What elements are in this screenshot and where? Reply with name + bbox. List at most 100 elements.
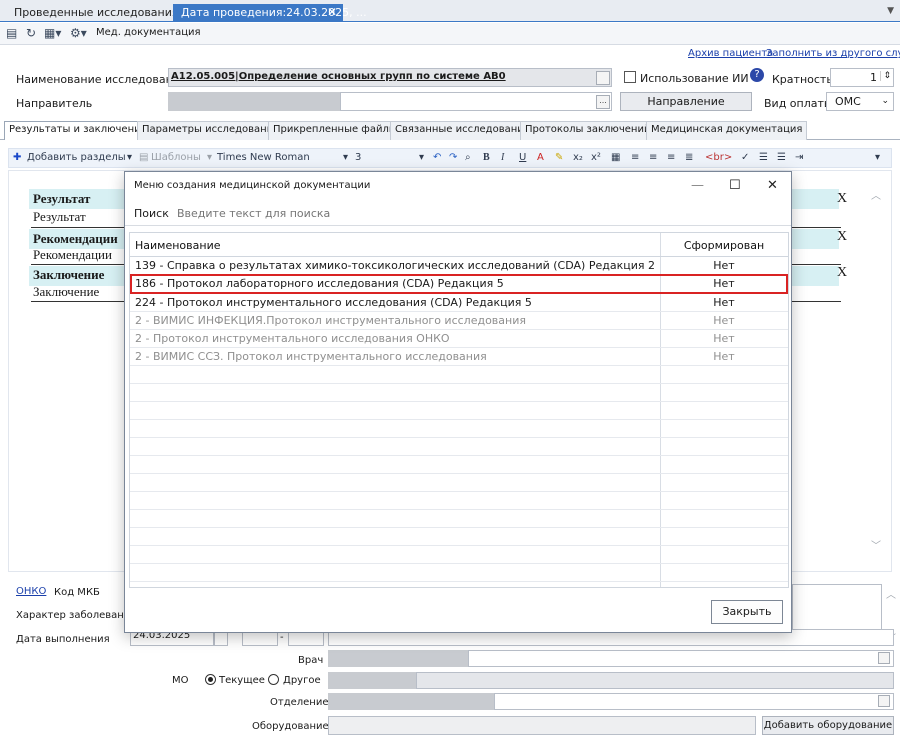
close-button[interactable]: Закрыть bbox=[711, 600, 783, 624]
font-family-select[interactable]: Times New Roman bbox=[217, 152, 310, 163]
conclusion-text[interactable]: Заключение bbox=[33, 284, 99, 300]
help-icon[interactable]: ? bbox=[750, 68, 764, 82]
table-row[interactable]: 2 - ВИМИС ССЗ. Протокол инструментальног… bbox=[130, 348, 788, 366]
ai-usage-checkbox[interactable] bbox=[624, 71, 636, 83]
tab-conducted-research[interactable]: Проведенные исследования bbox=[6, 4, 187, 22]
patient-archive-link[interactable]: Архив пациента bbox=[688, 48, 773, 59]
refresh-icon[interactable]: ↻ bbox=[26, 26, 36, 40]
add-sections-button[interactable]: Добавить разделы bbox=[27, 152, 126, 163]
department-label: Отделение bbox=[270, 697, 329, 708]
mo-other-radio[interactable] bbox=[268, 674, 279, 685]
row-name: 139 - Справка о результатах химико-токси… bbox=[135, 259, 655, 272]
department-field[interactable] bbox=[494, 693, 894, 710]
equipment-field[interactable] bbox=[328, 716, 756, 735]
referrer-select-button[interactable]: ... bbox=[596, 95, 610, 109]
table-row[interactable]: 224 - Протокол инструментального исследо… bbox=[130, 294, 788, 312]
italic-icon[interactable]: I bbox=[501, 152, 504, 163]
doctor-field[interactable] bbox=[468, 650, 894, 667]
tab-results-conclusion[interactable]: Результаты и заключение bbox=[4, 121, 152, 140]
remove-conclusion-icon[interactable]: X bbox=[837, 265, 847, 281]
onko-link[interactable]: ОНКО bbox=[16, 586, 46, 597]
undo-icon[interactable]: ↶ bbox=[433, 152, 441, 163]
table-row-selected[interactable]: 186 - Протокол лабораторного исследовани… bbox=[130, 274, 788, 294]
scroll-down-icon[interactable]: ﹀ bbox=[871, 537, 881, 552]
spellcheck-icon[interactable]: ✓ bbox=[741, 152, 749, 163]
doctor-select-button[interactable] bbox=[878, 652, 890, 664]
find-icon[interactable]: ⌕ bbox=[465, 152, 471, 163]
save-icon[interactable]: ▤ bbox=[6, 26, 17, 40]
align-left-icon[interactable]: ≡ bbox=[631, 152, 639, 163]
remove-recommendations-icon[interactable]: X bbox=[837, 229, 847, 245]
line-break-icon[interactable]: <br> bbox=[705, 152, 732, 163]
add-equipment-button[interactable]: Добавить оборудование bbox=[762, 716, 894, 735]
row-name: 2 - ВИМИС ССЗ. Протокол инструментальног… bbox=[135, 350, 487, 363]
search-input[interactable] bbox=[177, 204, 777, 222]
recommendations-text[interactable]: Рекомендации bbox=[33, 247, 112, 263]
disease-character-label: Характер заболевания bbox=[16, 610, 137, 621]
table-row[interactable]: 2 - ВИМИС ИНФЕКЦИЯ.Протокол инструментал… bbox=[130, 312, 788, 330]
column-header-status[interactable]: Сформирован bbox=[660, 239, 788, 252]
table-header-row: Наименование Сформирован bbox=[130, 235, 788, 257]
mo-current-radio[interactable] bbox=[205, 674, 216, 685]
tab-attached-files[interactable]: Прикрепленные файлы bbox=[268, 121, 402, 140]
bold-icon[interactable]: B bbox=[483, 152, 490, 163]
tab-conclusion-protocols[interactable]: Протоколы заключений bbox=[520, 121, 656, 140]
result-text[interactable]: Результат bbox=[33, 209, 86, 225]
tab-linked-research[interactable]: Связанные исследования bbox=[390, 121, 535, 140]
chevron-down-icon: ▾ bbox=[127, 152, 133, 163]
print-icon[interactable]: ▦▾ bbox=[44, 26, 61, 40]
mo-field bbox=[416, 672, 894, 689]
remove-result-icon[interactable]: X bbox=[837, 191, 847, 207]
table-row[interactable]: 139 - Справка о результатах химико-токси… bbox=[130, 257, 788, 275]
indent-icon[interactable]: ⇥ bbox=[795, 152, 803, 163]
stepper-arrows-icon[interactable]: ⇕ bbox=[880, 71, 891, 81]
tab-medical-documentation[interactable]: Медицинская документация bbox=[646, 121, 808, 140]
tab-research-params[interactable]: Параметры исследования bbox=[137, 121, 285, 140]
chevron-down-icon: ▾ bbox=[343, 152, 349, 163]
align-justify-icon[interactable]: ≣ bbox=[685, 152, 693, 163]
ai-usage-label: Использование ИИ bbox=[640, 72, 749, 85]
close-icon[interactable]: ✕ bbox=[767, 178, 778, 193]
underline-icon[interactable]: U bbox=[519, 152, 526, 163]
referrer-field-redacted bbox=[168, 92, 340, 111]
scroll-up-icon[interactable]: ︿ bbox=[886, 586, 896, 601]
empty-row bbox=[130, 510, 788, 528]
direction-button[interactable]: Направление bbox=[620, 92, 752, 111]
empty-row bbox=[130, 546, 788, 564]
column-header-name[interactable]: Наименование bbox=[135, 239, 220, 252]
scroll-up-icon[interactable]: ︿ bbox=[871, 187, 881, 202]
maximize-icon[interactable]: ☐ bbox=[729, 178, 741, 193]
align-center-icon[interactable]: ≡ bbox=[649, 152, 657, 163]
doctor-label: Врач bbox=[298, 655, 324, 666]
table-row[interactable]: 2 - Протокол инструментального исследова… bbox=[130, 330, 788, 348]
row-name: 2 - ВИМИС ИНФЕКЦИЯ.Протокол инструментал… bbox=[135, 314, 526, 327]
chevron-down-icon[interactable]: ▼ bbox=[887, 6, 894, 16]
documents-table: Наименование Сформирован 139 - Справка о… bbox=[129, 232, 789, 588]
templates-button[interactable]: Шаблоны bbox=[151, 152, 201, 163]
bullet-list-icon[interactable]: ☰ bbox=[777, 152, 786, 163]
tab-research-date[interactable]: Дата проведения:24.03.2025, ... ✕ bbox=[173, 4, 367, 22]
close-tab-icon[interactable]: ✕ bbox=[327, 5, 337, 19]
row-status: Нет bbox=[713, 332, 735, 345]
align-right-icon[interactable]: ≡ bbox=[667, 152, 675, 163]
med-docs-button[interactable]: Мед. документация bbox=[96, 27, 201, 38]
redo-icon[interactable]: ↷ bbox=[449, 152, 457, 163]
department-select-button[interactable] bbox=[878, 695, 890, 707]
diagnosis-field[interactable] bbox=[792, 584, 882, 634]
table-icon[interactable]: ▦ bbox=[611, 152, 620, 163]
fill-from-other-case-link[interactable]: Заполнить из другого случая bbox=[766, 48, 900, 59]
numbered-list-icon[interactable]: ☰ bbox=[759, 152, 768, 163]
payment-type-select[interactable]: ОМС ⌄ bbox=[826, 92, 894, 111]
referrer-field[interactable] bbox=[340, 92, 612, 111]
department-field-redacted bbox=[328, 693, 494, 710]
font-size-select[interactable]: 3 bbox=[355, 152, 361, 163]
highlight-icon[interactable]: ✎ bbox=[555, 152, 563, 163]
multiplicity-stepper[interactable]: 1 ⇕ bbox=[830, 68, 894, 87]
subscript-icon[interactable]: x₂ bbox=[573, 152, 583, 163]
font-color-icon[interactable]: A bbox=[537, 152, 544, 163]
minimize-icon[interactable]: — bbox=[691, 178, 704, 193]
settings-icon[interactable]: ⚙▾ bbox=[70, 26, 87, 40]
superscript-icon[interactable]: x² bbox=[591, 152, 601, 163]
chevron-down-icon[interactable]: ▾ bbox=[875, 152, 880, 163]
research-name-select-button[interactable] bbox=[596, 71, 610, 85]
